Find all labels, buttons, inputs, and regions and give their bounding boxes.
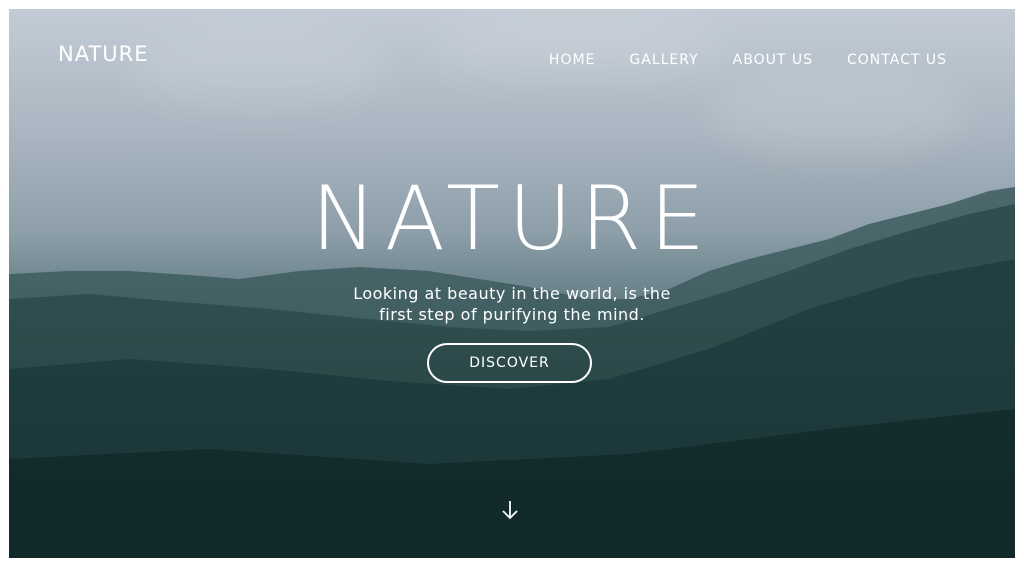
nav-contact-us[interactable]: CONTACT US (847, 52, 947, 68)
hero-tagline: Looking at beauty in the world, is the f… (312, 283, 712, 325)
nav-about-us[interactable]: ABOUT US (733, 52, 813, 68)
hero-title: NATURE (310, 167, 714, 270)
tagline-line-2: first step of purifying the mind. (379, 305, 645, 324)
discover-button[interactable]: DISCOVER (427, 343, 592, 383)
arrow-down-icon[interactable] (500, 499, 520, 521)
main-navigation: HOME GALLERY ABOUT US CONTACT US (515, 52, 947, 68)
hero-section: NATURE HOME GALLERY ABOUT US CONTACT US … (9, 9, 1015, 558)
tagline-line-1: Looking at beauty in the world, is the (353, 284, 671, 303)
nav-gallery[interactable]: GALLERY (629, 52, 698, 68)
site-logo[interactable]: NATURE (58, 42, 149, 66)
nav-home[interactable]: HOME (549, 52, 595, 68)
